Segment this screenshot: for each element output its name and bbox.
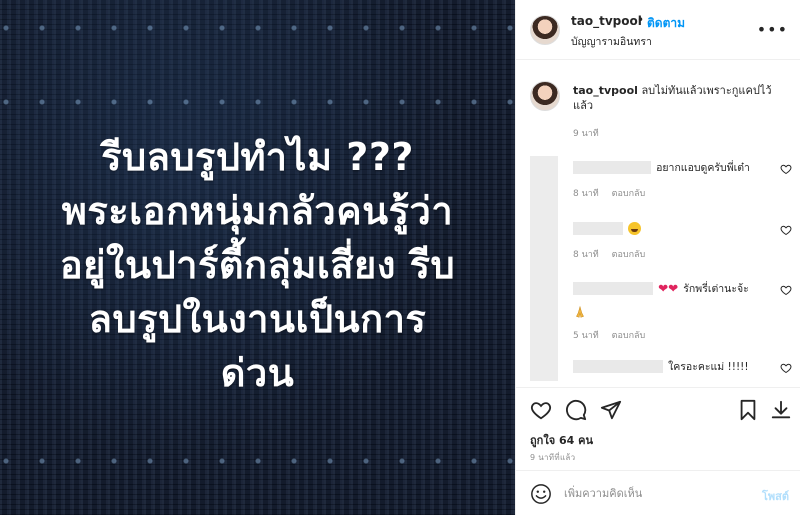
grinning-sweat-emoji-icon xyxy=(628,222,642,235)
image-text-line: ด่วน xyxy=(220,351,295,395)
commenter-name-redacted[interactable] xyxy=(573,360,663,373)
reply-button[interactable]: ตอบกลับ xyxy=(612,331,646,341)
location-link[interactable]: บัญญารามอินทรา xyxy=(571,33,652,50)
more-options-icon[interactable]: ••• xyxy=(757,20,788,39)
caption-text: tao_tvpool ลบไม่ทันแล้วเพราะกูแคปไว้แล้ว xyxy=(573,83,773,113)
reply-button[interactable]: ตอบกลับ xyxy=(612,189,646,199)
comment-text: รักพรี่เต่านะจ้ะ xyxy=(683,283,749,295)
commenter-name-redacted[interactable] xyxy=(573,222,623,235)
image-text-line: รีบลบรูปทำไม ??? xyxy=(101,135,414,179)
caption-time[interactable]: 9 นาที xyxy=(573,126,599,140)
comment-second-line xyxy=(573,301,788,320)
knit-pattern-row xyxy=(0,96,515,108)
bookmark-icon[interactable] xyxy=(737,399,759,421)
author-username[interactable]: tao_tvpool xyxy=(571,14,642,28)
comment-meta: 8 นาที ตอบกลับ xyxy=(573,247,788,261)
add-comment-bar: โพสต์ xyxy=(516,470,800,515)
red-heart-emoji-icon: ❤❤ xyxy=(658,281,679,296)
caption-username[interactable]: tao_tvpool xyxy=(573,84,638,97)
post-image[interactable]: รีบลบรูปทำไม ??? พระเอกหนุ่มกลัวคนรู้ว่า… xyxy=(0,0,515,515)
author-avatar[interactable] xyxy=(530,15,560,45)
commenter-name-redacted[interactable] xyxy=(573,161,651,174)
caption-avatar[interactable] xyxy=(530,81,560,111)
comment-time[interactable]: 8 นาที xyxy=(573,189,599,199)
comment-time[interactable]: 8 นาที xyxy=(573,250,599,260)
comment-item: ใครอะคะแม่ !!!!! xyxy=(573,356,792,375)
comment-text: ใครอะคะแม่ !!!!! xyxy=(668,361,749,373)
emoji-picker-icon[interactable] xyxy=(530,483,552,505)
post-image-text: รีบลบรูปทำไม ??? พระเอกหนุ่มกลัวคนรู้ว่า… xyxy=(0,130,515,400)
folded-hands-emoji-icon xyxy=(576,305,584,318)
knit-pattern-row xyxy=(0,22,515,34)
image-text-line: อยู่ในปาร์ตี้กลุ่มเสี่ยง รีบ xyxy=(59,243,456,287)
comment-meta: 8 นาที ตอบกลับ xyxy=(573,186,788,200)
image-text-line: พระเอกหนุ่มกลัวคนรู้ว่า xyxy=(61,189,454,233)
comment-like-heart-icon[interactable] xyxy=(780,362,792,374)
comment-like-heart-icon[interactable] xyxy=(780,163,792,175)
comment-icon[interactable] xyxy=(565,399,587,421)
share-icon[interactable] xyxy=(600,399,622,421)
reply-button[interactable]: ตอบกลับ xyxy=(612,250,646,260)
post-sidebar: tao_tvpool • ติดตาม บัญญารามอินทรา ••• t… xyxy=(515,0,800,515)
post-timestamp[interactable]: 9 นาทีที่แล้ว xyxy=(530,451,575,464)
commenter-avatars-blurred xyxy=(530,156,558,381)
comment-like-heart-icon[interactable] xyxy=(780,224,792,236)
post-header: tao_tvpool • ติดตาม บัญญารามอินทรา ••• xyxy=(516,0,800,60)
commenter-name-redacted[interactable] xyxy=(573,282,653,295)
comment-like-heart-icon[interactable] xyxy=(780,284,792,296)
comment-item: ❤❤ รักพรี่เต่านะจ้ะ 5 นาที ตอบกลับ xyxy=(573,278,792,342)
post-comment-button[interactable]: โพสต์ xyxy=(762,487,789,505)
download-icon[interactable] xyxy=(770,399,792,421)
image-text-line: ลบรูปในงานเป็นการ xyxy=(88,297,427,341)
comment-time[interactable]: 5 นาที xyxy=(573,331,599,341)
comment-item: 8 นาที ตอบกลับ xyxy=(573,218,792,261)
heart-icon[interactable] xyxy=(530,399,552,421)
follow-button[interactable]: ติดตาม xyxy=(647,14,685,33)
comment-item: อยากแอบดูครับพี่เต๋า 8 นาที ตอบกลับ xyxy=(573,157,792,200)
comment-meta: 5 นาที ตอบกลับ xyxy=(573,328,788,342)
post-actions: ถูกใจ 64 คน 9 นาทีที่แล้ว xyxy=(516,387,800,469)
knit-pattern-row xyxy=(0,455,515,467)
comment-text: อยากแอบดูครับพี่เต๋า xyxy=(656,162,750,174)
separator-dot: • xyxy=(637,13,645,27)
likes-count[interactable]: ถูกใจ 64 คน xyxy=(530,431,593,449)
comment-input[interactable] xyxy=(564,481,744,505)
comments-list[interactable]: tao_tvpool ลบไม่ทันแล้วเพราะกูแคปไว้แล้ว… xyxy=(516,61,800,386)
